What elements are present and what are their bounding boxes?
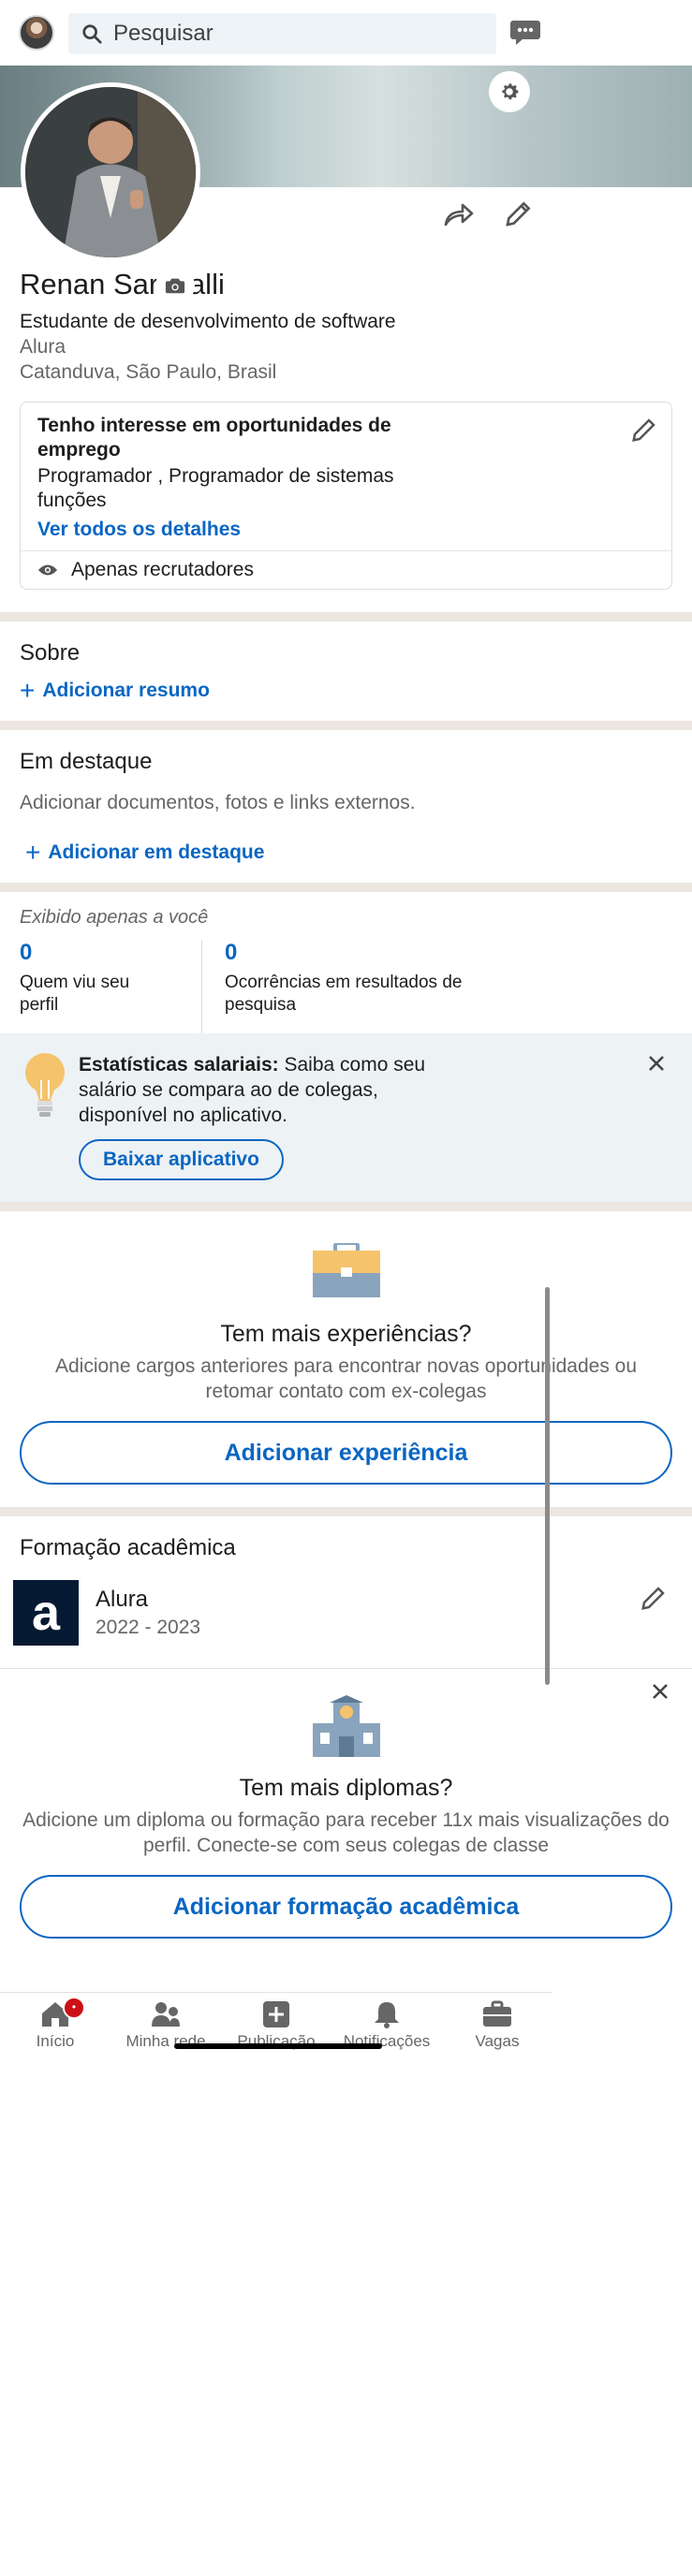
experience-prompt-title: Tem mais experiências? — [220, 1321, 472, 1347]
about-title: Sobre — [20, 640, 81, 666]
add-education-button[interactable]: Adicionar formação acadêmica — [20, 1875, 672, 1939]
eye-icon — [37, 564, 58, 576]
bottom-nav: • Início Minha rede Publicação Notificaç… — [0, 1992, 552, 2067]
share-icon[interactable] — [442, 200, 474, 228]
tab-home[interactable]: • Início — [0, 1993, 110, 2067]
tab-label: Vagas — [475, 2032, 520, 2050]
search-appearances-stat[interactable]: 0 Ocorrências em resultados de pesquisa — [202, 940, 502, 1033]
analytics-stats: 0 Quem viu seu perfil 0 Ocorrências em r… — [20, 940, 672, 1033]
plus-icon: + — [20, 676, 36, 705]
add-featured-label: Adicionar em destaque — [48, 842, 265, 863]
featured-description: Adicionar documentos, fotos e links exte… — [20, 792, 416, 813]
profile-photo[interactable] — [21, 82, 200, 262]
briefcase-icon — [312, 1241, 380, 1297]
plus-icon: + — [25, 838, 41, 867]
close-icon[interactable] — [647, 1054, 666, 1073]
section-divider — [0, 612, 692, 622]
profile-name: Renan Saravalli — [20, 268, 225, 300]
section-divider — [0, 1507, 692, 1516]
alura-logo: a — [13, 1580, 79, 1646]
featured-title: Em destaque — [20, 749, 153, 774]
visibility-row: Apenas recrutadores — [21, 550, 671, 589]
add-summary-button[interactable]: + Adicionar resumo — [20, 676, 672, 705]
school-building-icon — [312, 1695, 380, 1757]
diploma-prompt-title: Tem mais diplomas? — [239, 1775, 453, 1801]
school-name: Alura — [96, 1587, 149, 1612]
experience-prompt-description: Adicione cargos anteriores para encontra… — [54, 1355, 638, 1402]
open-to-work-roles: Programador , Programador de sistemas fu… — [37, 465, 394, 511]
profile-banner — [0, 66, 692, 305]
salary-promo-bold: Estatísticas salariais: — [79, 1054, 279, 1076]
add-experience-button[interactable]: Adicionar experiência — [20, 1421, 672, 1485]
scrollbar[interactable] — [545, 1287, 550, 1685]
search-input[interactable]: Pesquisar — [68, 13, 496, 54]
camera-button[interactable] — [155, 266, 195, 305]
search-icon — [82, 24, 102, 44]
close-icon[interactable] — [651, 1682, 670, 1701]
user-avatar[interactable] — [19, 15, 54, 51]
section-divider — [0, 1202, 692, 1211]
post-icon — [263, 2001, 289, 2027]
tab-notifications[interactable]: Notificações — [331, 1993, 442, 2067]
top-bar: Pesquisar — [0, 0, 692, 66]
briefcase-icon — [483, 2000, 511, 2027]
download-app-button[interactable]: Baixar aplicativo — [79, 1139, 284, 1180]
stat-label: Ocorrências em resultados de pesquisa — [225, 973, 463, 1015]
profile-location: Catanduva, São Paulo, Brasil — [20, 361, 277, 383]
open-to-work-title: Tenho interesse em oportunidades de empr… — [37, 415, 391, 461]
stat-value: 0 — [225, 940, 238, 965]
education-title: Formação acadêmica — [20, 1535, 236, 1560]
tab-post[interactable]: Publicação — [221, 1993, 331, 2067]
section-divider — [0, 721, 692, 730]
edit-icon[interactable] — [640, 1584, 668, 1612]
education-item[interactable]: a Alura 2022 - 2023 — [0, 1567, 692, 1668]
visibility-label: Apenas recrutadores — [71, 559, 254, 580]
open-to-work-card[interactable]: Tenho interesse em oportunidades de empr… — [20, 402, 672, 590]
salary-promo-text: Estatísticas salariais: Saiba como seu s… — [79, 1052, 453, 1128]
profile-views-stat[interactable]: 0 Quem viu seu perfil — [20, 940, 202, 1033]
search-placeholder: Pesquisar — [113, 21, 213, 46]
see-details-link[interactable]: Ver todos os detalhes — [37, 519, 655, 541]
edit-profile-icon[interactable] — [504, 198, 534, 228]
about-section: Sobre + Adicionar resumo — [0, 622, 692, 721]
profile-company: Alura — [20, 336, 66, 358]
home-indicator[interactable] — [174, 2043, 382, 2049]
tab-label: Início — [36, 2032, 75, 2050]
profile-headline: Estudante de desenvolvimento de software — [20, 311, 396, 332]
stat-label: Quem viu seu perfil — [20, 973, 130, 1015]
school-years: 2022 - 2023 — [96, 1617, 201, 1638]
experience-prompt: Tem mais experiências? Adicione cargos a… — [0, 1211, 692, 1507]
lightbulb-icon — [25, 1053, 65, 1117]
analytics-section: Exibido apenas a você 0 Quem viu seu per… — [0, 892, 692, 1033]
messaging-icon[interactable] — [509, 19, 541, 47]
person-photo-icon — [25, 87, 196, 257]
network-icon — [152, 2002, 180, 2027]
education-section: Formação acadêmica — [0, 1516, 692, 1567]
salary-promo: Estatísticas salariais: Saiba como seu s… — [0, 1033, 692, 1202]
settings-button[interactable] — [489, 71, 530, 112]
edit-icon[interactable] — [630, 416, 658, 444]
tab-network[interactable]: Minha rede — [110, 1993, 221, 2067]
tab-jobs[interactable]: Vagas — [442, 1993, 552, 2067]
notification-badge: • — [63, 1997, 85, 2019]
analytics-title: Exibido apenas a você — [20, 907, 209, 928]
gear-icon — [502, 83, 519, 100]
camera-icon — [165, 278, 185, 294]
section-divider — [0, 883, 692, 892]
stat-value: 0 — [20, 940, 33, 965]
add-featured-button[interactable]: + Adicionar em destaque — [20, 838, 672, 867]
bell-icon — [375, 2002, 399, 2028]
add-summary-label: Adicionar resumo — [42, 680, 210, 701]
diploma-prompt-description: Adicione um diploma ou formação para rec… — [22, 1809, 670, 1856]
diploma-prompt: Tem mais diplomas? Adicione um diploma o… — [0, 1668, 692, 1957]
featured-section: Em destaque Adicionar documentos, fotos … — [0, 730, 692, 883]
